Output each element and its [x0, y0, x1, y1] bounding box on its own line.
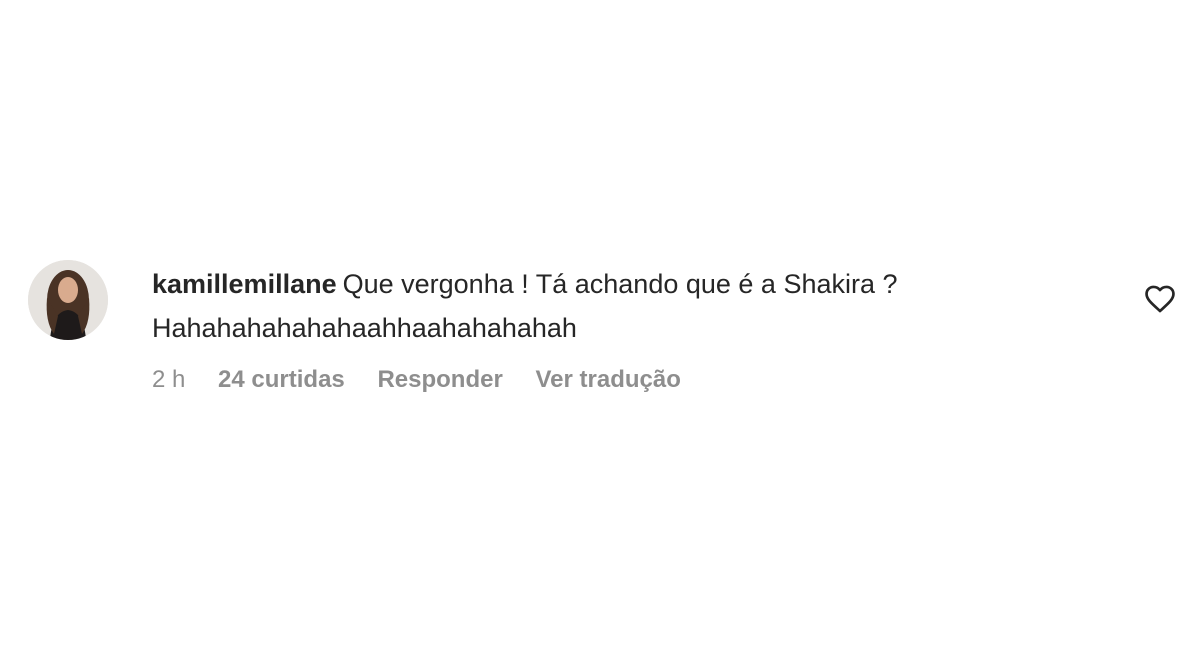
- comment-body: kamillemillane Que vergonha ! Tá achando …: [152, 262, 1112, 394]
- comment-text-line1: Que vergonha ! Tá achando que é a Shakir…: [342, 269, 898, 299]
- translate-button[interactable]: Ver tradução: [535, 366, 680, 394]
- comment-text-line2: Hahahahahahahaahhaahahahahah: [152, 313, 577, 343]
- avatar[interactable]: [28, 260, 108, 340]
- likes-count-link[interactable]: 24 curtidas: [218, 366, 345, 394]
- comment-text: kamillemillane Que vergonha ! Tá achando …: [152, 262, 1112, 350]
- comment-meta: 2 h 24 curtidas Responder Ver tradução: [152, 366, 1112, 394]
- like-heart-icon[interactable]: [1143, 282, 1177, 316]
- profile-photo-icon: [28, 260, 108, 340]
- username-link[interactable]: kamillemillane: [152, 269, 337, 299]
- comment-timestamp[interactable]: 2 h: [152, 366, 185, 394]
- reply-button[interactable]: Responder: [377, 366, 502, 394]
